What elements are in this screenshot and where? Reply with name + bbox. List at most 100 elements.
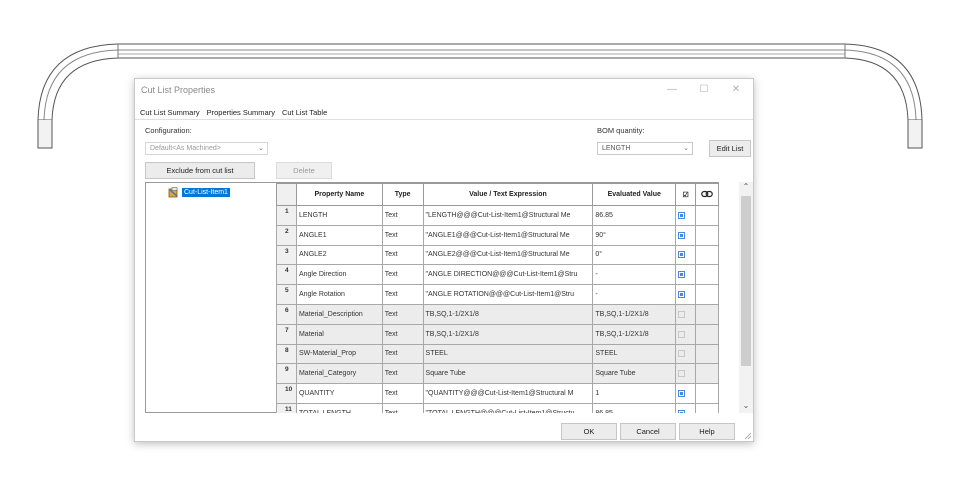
value-expression-cell[interactable]: "LENGTH@@@Cut-List-Item1@Structural Me	[422, 205, 594, 226]
link-cell[interactable]	[695, 343, 719, 365]
property-name-cell[interactable]: ANGLE1	[295, 224, 383, 246]
table-row[interactable]: 11TOTAL LENGTHText"TOTAL LENGTH@@@Cut-Li…	[276, 402, 719, 413]
delete-button[interactable]: Delete	[276, 162, 332, 179]
exclude-from-cut-list-button[interactable]: Exclude from cut list	[145, 162, 255, 179]
include-checkbox[interactable]	[678, 291, 686, 299]
value-expression-cell[interactable]: "ANGLE2@@@Cut-List-Item1@Structural Me	[422, 244, 594, 266]
minimize-button[interactable]: —	[661, 82, 683, 98]
property-name-cell[interactable]: Material_Description	[295, 303, 383, 325]
maximize-button[interactable]: ☐	[693, 82, 715, 98]
evaluated-value-cell[interactable]: 86.85	[592, 205, 677, 226]
link-cell[interactable]	[695, 303, 719, 325]
table-row[interactable]: 3 ANGLE2 Text "ANGLE2@@@Cut-List-Item1@Stru…	[276, 244, 719, 266]
type-cell[interactable]: Text	[381, 343, 424, 365]
include-checkbox[interactable]	[678, 350, 686, 358]
header-value-expression[interactable]: Value / Text Expression	[422, 183, 594, 206]
value-expression-cell[interactable]: STEEL	[422, 343, 594, 365]
table-row[interactable]: 10 QUANTITY Text "QUANTITY@@@Cut-List-Item1…	[276, 383, 719, 404]
ok-button[interactable]: OK	[561, 423, 617, 440]
tree-item-cut-list-item1[interactable]: Cut-List-Item1	[168, 187, 230, 198]
value-expression-cell[interactable]: TB,SQ,1-1/2X1/8	[422, 323, 594, 345]
type-cell[interactable]: Text	[381, 264, 424, 286]
property-name-cell[interactable]: Material_Category	[295, 363, 383, 385]
scroll-down-icon[interactable]: ⌄	[739, 401, 753, 413]
evaluated-value-cell[interactable]: 86.85	[592, 402, 677, 413]
evaluated-value-cell[interactable]: -	[592, 264, 677, 286]
table-row[interactable]: 5 Angle Rotation Text "ANGLE ROTATION@@@Cut…	[276, 284, 719, 305]
evaluated-value-cell[interactable]: 1	[592, 383, 677, 404]
property-name-cell[interactable]: Material	[295, 323, 383, 345]
link-cell[interactable]	[695, 244, 719, 266]
type-cell[interactable]: Text	[381, 224, 424, 246]
value-expression-cell[interactable]: "ANGLE DIRECTION@@@Cut-List-Item1@Stru	[422, 264, 594, 286]
resize-grip-icon[interactable]	[744, 432, 752, 440]
type-cell[interactable]: Text	[381, 402, 424, 413]
link-cell[interactable]	[695, 264, 719, 286]
property-name-cell[interactable]: SW-Material_Prop	[295, 343, 383, 365]
evaluated-value-cell[interactable]: Square Tube	[592, 363, 677, 385]
configuration-select[interactable]: Default<As Machined> ⌄	[145, 142, 268, 155]
table-row[interactable]: 4 Angle Direction Text "ANGLE DIRECTION@@@C…	[276, 264, 719, 286]
include-checkbox[interactable]	[678, 251, 686, 259]
type-cell[interactable]: Text	[381, 303, 424, 325]
link-cell[interactable]	[695, 383, 719, 404]
link-cell[interactable]	[695, 402, 719, 413]
include-checkbox[interactable]	[678, 310, 686, 318]
evaluated-value-cell[interactable]: TB,SQ,1-1/2X1/8	[592, 303, 677, 325]
bom-quantity-select[interactable]: LENGTH ⌄	[597, 142, 693, 155]
table-row[interactable]: 1 LENGTH Text "LENGTH@@@Cut-List-Item1@Stru…	[276, 205, 719, 226]
property-name-cell[interactable]: TOTAL LENGTH	[295, 402, 383, 413]
title-bar[interactable]: Cut List Properties — ☐ ✕	[135, 79, 753, 101]
table-row[interactable]: 8 SW-Material_Prop Text STEEL STEEL	[276, 343, 719, 365]
evaluated-value-cell[interactable]: -	[592, 284, 677, 305]
link-cell[interactable]	[695, 224, 719, 246]
help-button[interactable]: Help	[679, 423, 735, 440]
header-evaluated-value[interactable]: Evaluated Value	[592, 183, 677, 206]
link-cell[interactable]	[695, 363, 719, 385]
value-expression-cell[interactable]: "QUANTITY@@@Cut-List-Item1@Structural M	[422, 383, 594, 404]
type-cell[interactable]: Text	[381, 363, 424, 385]
type-cell[interactable]: Text	[381, 205, 424, 226]
vertical-scrollbar[interactable]: ⌃ ⌄	[739, 182, 753, 413]
include-checkbox[interactable]	[678, 271, 686, 279]
value-expression-cell[interactable]: Square Tube	[422, 363, 594, 385]
header-type[interactable]: Type	[381, 183, 424, 206]
type-cell[interactable]: Text	[381, 383, 424, 404]
type-cell[interactable]: Text	[381, 244, 424, 266]
property-name-cell[interactable]: QUANTITY	[295, 383, 383, 404]
include-checkbox[interactable]	[678, 211, 686, 219]
scroll-up-icon[interactable]: ⌃	[739, 182, 753, 194]
link-cell[interactable]	[695, 323, 719, 345]
property-name-cell[interactable]: Angle Direction	[295, 264, 383, 286]
property-name-cell[interactable]: LENGTH	[295, 205, 383, 226]
close-button[interactable]: ✕	[725, 82, 747, 98]
cancel-button[interactable]: Cancel	[620, 423, 676, 440]
property-name-cell[interactable]: ANGLE2	[295, 244, 383, 266]
table-row[interactable]: 7 Material Text TB,SQ,1-1/2X1/8 TB,SQ,1-1/2X…	[276, 323, 719, 345]
property-name-cell[interactable]: Angle Rotation	[295, 284, 383, 305]
table-row[interactable]: 6 Material_Description Text TB,SQ,1-1/2X1/8…	[276, 303, 719, 325]
include-checkbox[interactable]	[678, 370, 686, 378]
evaluated-value-cell[interactable]: 0°	[592, 244, 677, 266]
header-property-name[interactable]: Property Name	[295, 183, 383, 206]
include-checkbox[interactable]	[678, 390, 686, 398]
type-cell[interactable]: Text	[381, 323, 424, 345]
scrollbar-thumb[interactable]	[741, 196, 751, 366]
edit-list-button[interactable]: Edit List	[709, 140, 751, 157]
value-expression-cell[interactable]: TB,SQ,1-1/2X1/8	[422, 303, 594, 325]
value-expression-cell[interactable]: "TOTAL LENGTH@@@Cut-List-Item1@Structu	[422, 402, 594, 413]
include-checkbox[interactable]	[678, 330, 686, 338]
table-row[interactable]: 2 ANGLE1 Text "ANGLE1@@@Cut-List-Item1@Stru…	[276, 224, 719, 246]
table-row[interactable]: 9 Material_Category Text Square Tube Square …	[276, 363, 719, 385]
link-cell[interactable]	[695, 284, 719, 305]
include-checkbox-cell	[675, 264, 697, 286]
type-cell[interactable]: Text	[381, 284, 424, 305]
evaluated-value-cell[interactable]: 90°	[592, 224, 677, 246]
evaluated-value-cell[interactable]: STEEL	[592, 343, 677, 365]
include-checkbox[interactable]	[678, 409, 686, 413]
link-cell[interactable]	[695, 205, 719, 226]
value-expression-cell[interactable]: "ANGLE1@@@Cut-List-Item1@Structural Me	[422, 224, 594, 246]
value-expression-cell[interactable]: "ANGLE ROTATION@@@Cut-List-Item1@Stru	[422, 284, 594, 305]
include-checkbox[interactable]	[678, 231, 686, 239]
evaluated-value-cell[interactable]: TB,SQ,1-1/2X1/8	[592, 323, 677, 345]
